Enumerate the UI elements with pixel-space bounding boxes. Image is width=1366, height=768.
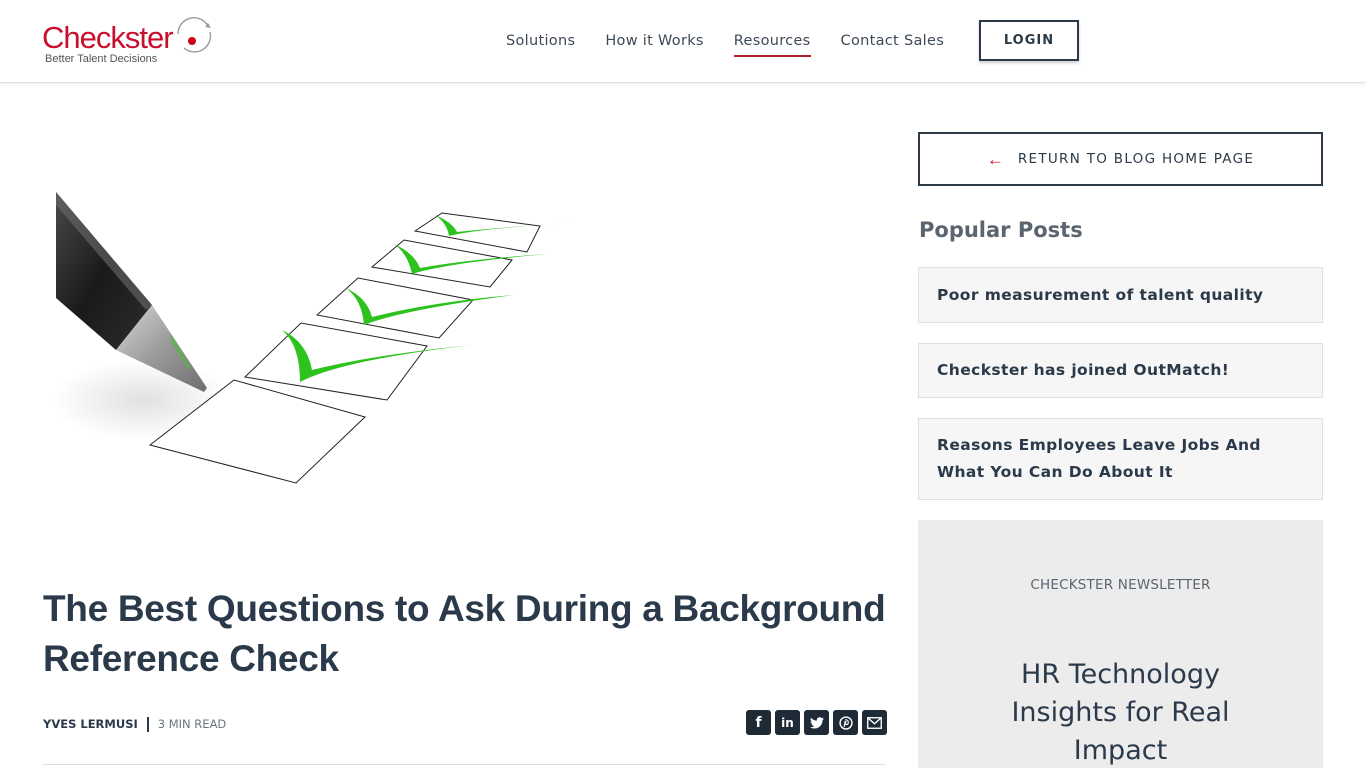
facebook-icon: f <box>755 714 762 731</box>
share-buttons: f in <box>746 710 887 735</box>
checkster-logo[interactable]: Checkster Better Talent Decisions <box>42 14 217 68</box>
logo-mark-icon <box>177 17 212 53</box>
newsletter-panel: CHECKSTER NEWSLETTER HR Technology Insig… <box>918 520 1323 768</box>
email-icon <box>867 716 882 729</box>
share-facebook-button[interactable]: f <box>746 710 771 735</box>
popular-posts-heading: Popular Posts <box>919 218 1083 242</box>
pen-checklist-illustration <box>52 192 574 484</box>
share-twitter-button[interactable] <box>804 710 829 735</box>
popular-post-item[interactable]: Poor measurement of talent quality <box>918 267 1323 323</box>
pinterest-icon <box>838 715 853 730</box>
popular-post-title: Checkster has joined OutMatch! <box>937 361 1230 379</box>
nav-item-solutions[interactable]: Solutions <box>506 30 575 52</box>
main-nav: Solutions How it Works Resources Contact… <box>506 30 974 57</box>
return-to-blog-button[interactable]: ← RETURN TO BLOG HOME PAGE <box>918 132 1323 186</box>
twitter-icon <box>809 716 824 729</box>
arrow-left-icon: ← <box>986 149 1004 169</box>
share-pinterest-button[interactable] <box>833 710 858 735</box>
article-hero-image <box>42 130 882 530</box>
popular-post-title: Reasons Employees Leave Jobs And What Yo… <box>937 436 1261 481</box>
popular-post-item[interactable]: Checkster has joined OutMatch! <box>918 343 1323 398</box>
nav-item-contact-sales[interactable]: Contact Sales <box>841 30 945 52</box>
meta-separator <box>146 716 149 732</box>
share-email-button[interactable] <box>862 710 887 735</box>
read-time: 3 MIN READ <box>157 717 227 731</box>
popular-post-title: Poor measurement of talent quality <box>937 285 1264 304</box>
nav-item-how-it-works[interactable]: How it Works <box>605 30 703 52</box>
share-linkedin-button[interactable]: in <box>775 710 800 735</box>
newsletter-kicker: CHECKSTER NEWSLETTER <box>1030 577 1211 593</box>
article-meta: YVES LERMUSI 3 MIN READ <box>43 716 226 732</box>
login-button[interactable]: LOGIN <box>979 20 1079 61</box>
logo-wordmark: Checkster <box>42 20 174 55</box>
linkedin-icon: in <box>781 715 794 730</box>
author-name[interactable]: YVES LERMUSI <box>43 717 138 731</box>
popular-post-item[interactable]: Reasons Employees Leave Jobs And What Yo… <box>918 418 1323 500</box>
newsletter-title: HR Technology Insights for Real Impact <box>1011 659 1230 766</box>
return-to-blog-label: RETURN TO BLOG HOME PAGE <box>1017 151 1255 167</box>
logo-tagline: Better Talent Decisions <box>45 53 158 65</box>
checklist-boxes <box>148 212 541 484</box>
site-header: Checkster Better Talent Decisions Soluti… <box>0 0 1366 83</box>
nav-item-resources[interactable]: Resources <box>733 30 811 57</box>
article-title: The Best Questions to Ask During a Backg… <box>43 588 886 679</box>
article-divider <box>43 764 885 765</box>
